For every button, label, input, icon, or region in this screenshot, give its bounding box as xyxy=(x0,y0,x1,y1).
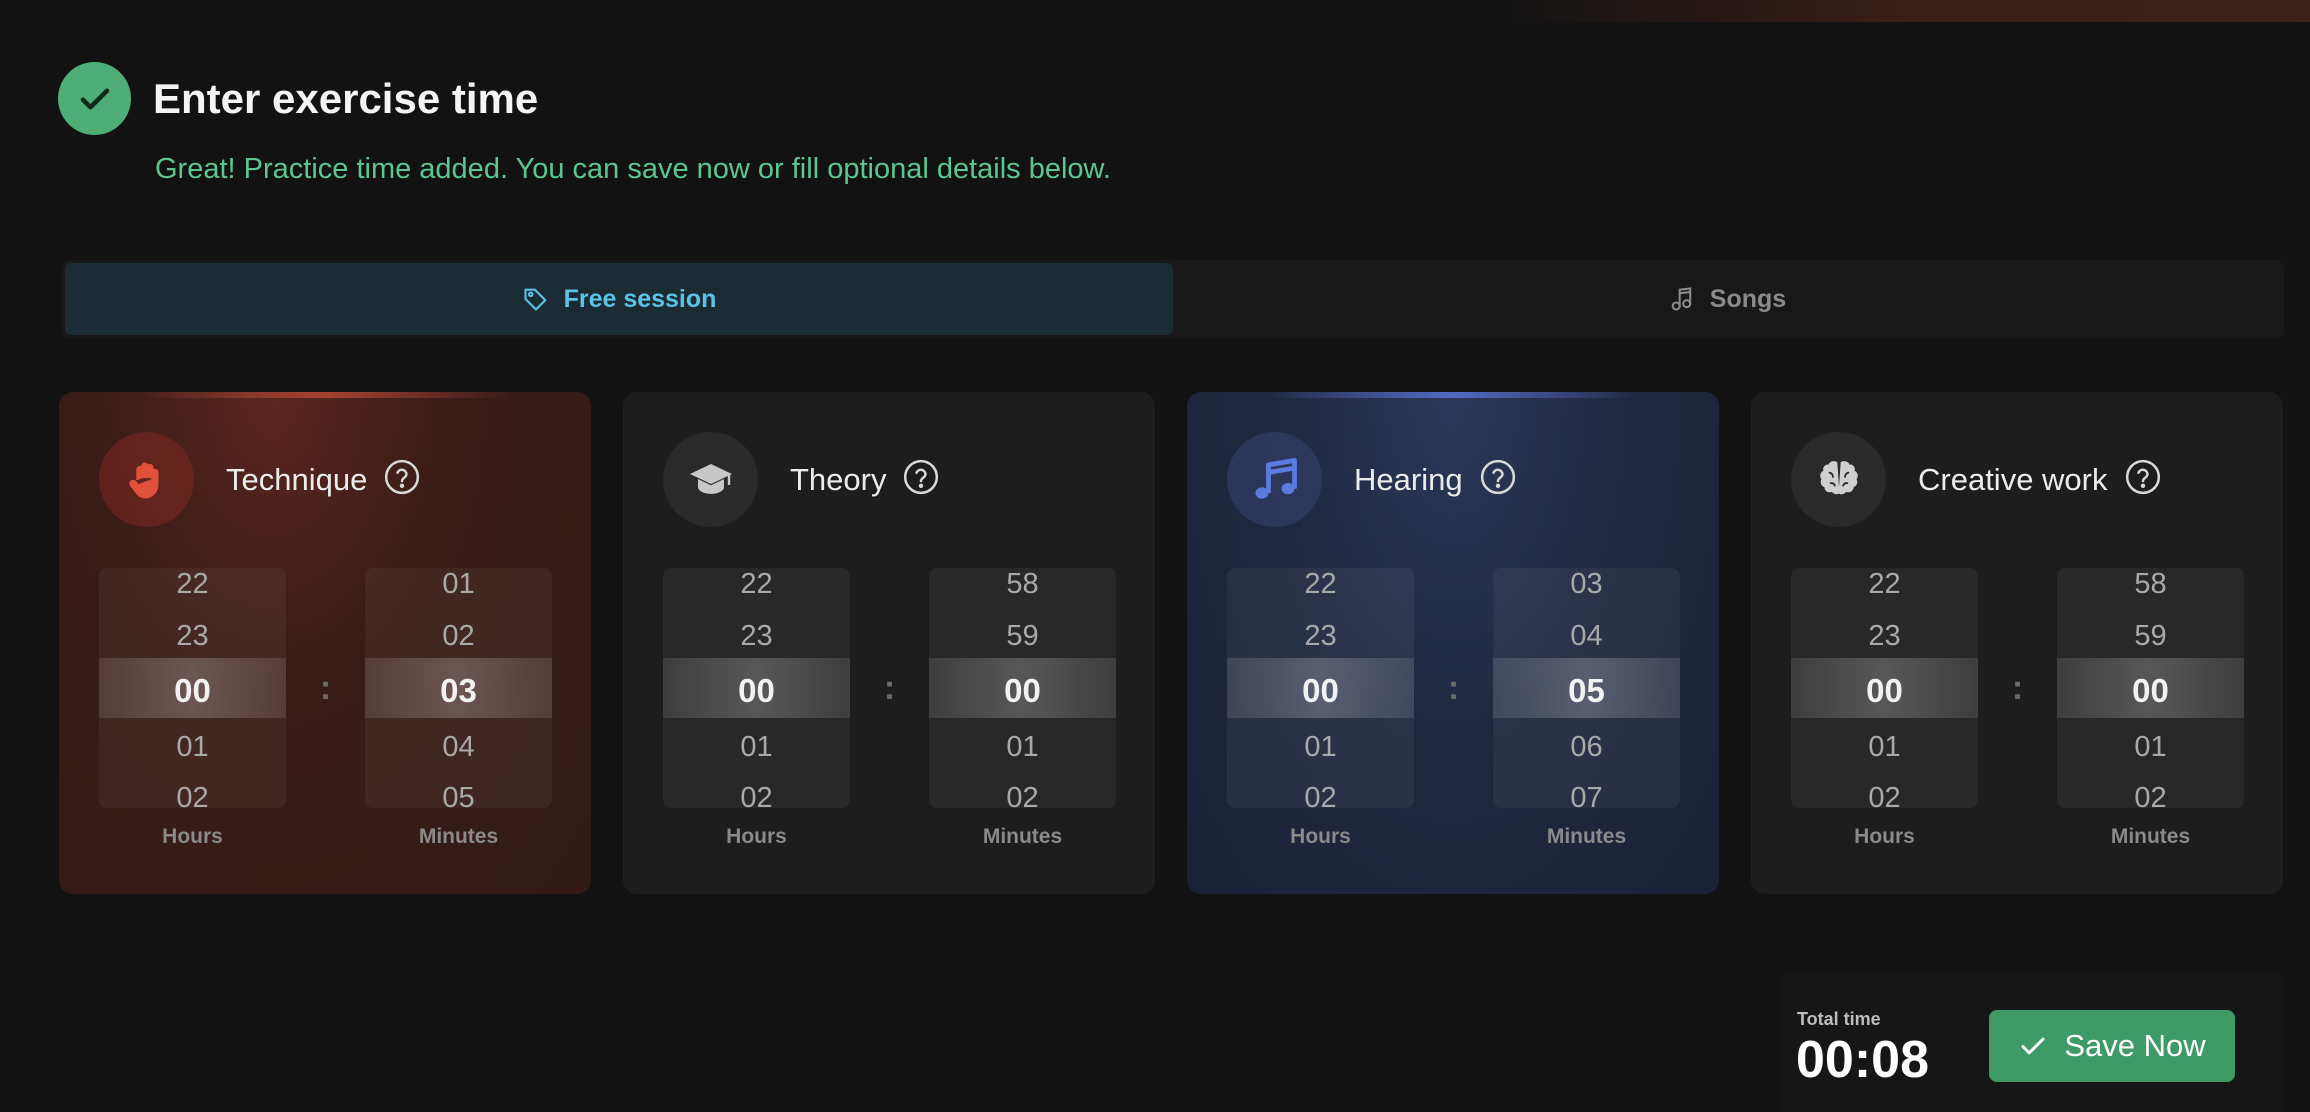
check-icon xyxy=(2021,1037,2045,1055)
minutes-label: Minutes xyxy=(982,825,1063,848)
card-theory: Theory 22 23 00 01 02 : 58 59 00 01 02 H… xyxy=(623,392,1155,894)
minutes-picker[interactable]: 58 59 00 01 02 xyxy=(929,568,1116,808)
music-notes-icon xyxy=(1227,432,1322,527)
hours-label: Hours xyxy=(162,825,223,848)
card-label: Theory xyxy=(790,461,887,497)
top-glow xyxy=(1500,0,2310,22)
tab-free-session[interactable]: Free session xyxy=(65,263,1173,335)
brain-icon xyxy=(1791,432,1886,527)
minutes-label: Minutes xyxy=(418,825,499,848)
page-title: Enter exercise time xyxy=(153,74,539,122)
selected-minutes: 03 xyxy=(440,672,477,709)
hours-picker[interactable]: 22 23 00 01 02 xyxy=(1791,568,1978,808)
card-label: Creative work xyxy=(1918,461,2108,497)
tab-label: Songs xyxy=(1709,284,1787,313)
category-cards: Technique 22 23 00 01 02 : 01 02 03 04 0… xyxy=(59,392,2283,894)
save-now-button[interactable]: Save Now xyxy=(1989,1010,2235,1082)
status-message: Great! Practice time added. You can save… xyxy=(155,153,1111,185)
card-hearing: Hearing 22 23 00 01 02 : 03 04 05 06 07 xyxy=(1187,392,1719,894)
selected-hours: 00 xyxy=(1866,672,1903,709)
tab-songs[interactable]: Songs xyxy=(1173,263,2281,335)
save-button-label: Save Now xyxy=(2064,1028,2206,1063)
card-label: Hearing xyxy=(1354,461,1463,497)
time-separator: : xyxy=(2011,668,2024,707)
tab-label: Free session xyxy=(563,284,717,313)
selected-minutes: 05 xyxy=(1568,672,1605,709)
session-tabs: Free session Songs xyxy=(62,260,2284,338)
minutes-picker[interactable]: 03 04 05 06 07 xyxy=(1493,568,1680,808)
check-icon xyxy=(58,62,131,135)
selected-hours: 00 xyxy=(174,672,211,709)
hand-icon xyxy=(99,432,194,527)
selected-hours: 00 xyxy=(738,672,775,709)
page-header: Enter exercise time xyxy=(58,62,538,135)
total-time-value: 00:08 xyxy=(1796,1031,1929,1089)
minutes-picker[interactable]: 58 59 00 01 02 xyxy=(2057,568,2244,808)
selected-minutes: 00 xyxy=(1004,672,1041,709)
hours-picker[interactable]: 22 23 00 01 02 xyxy=(663,568,850,808)
selected-hours: 00 xyxy=(1302,672,1339,709)
minutes-label: Minutes xyxy=(1546,825,1627,848)
help-icon[interactable] xyxy=(1479,458,1517,496)
help-icon[interactable] xyxy=(383,458,421,496)
hours-picker[interactable]: 22 23 00 01 02 xyxy=(99,568,286,808)
total-time-label: Total time xyxy=(1797,1009,1881,1029)
card-label: Technique xyxy=(226,461,368,497)
graduation-cap-icon xyxy=(663,432,758,527)
hours-label: Hours xyxy=(1290,825,1351,848)
time-separator: : xyxy=(883,668,896,707)
help-icon[interactable] xyxy=(902,458,940,496)
time-separator: : xyxy=(319,668,332,707)
hours-label: Hours xyxy=(1854,825,1915,848)
time-separator: : xyxy=(1447,668,1460,707)
tag-icon xyxy=(524,288,546,311)
help-icon[interactable] xyxy=(2124,458,2162,496)
hours-picker[interactable]: 22 23 00 01 02 xyxy=(1227,568,1414,808)
hours-label: Hours xyxy=(726,825,787,848)
card-technique: Technique 22 23 00 01 02 : 01 02 03 04 0… xyxy=(59,392,591,894)
selected-minutes: 00 xyxy=(2132,672,2169,709)
minutes-label: Minutes xyxy=(2110,825,2191,848)
music-note-icon xyxy=(1671,287,1692,311)
minutes-picker[interactable]: 01 02 03 04 05 xyxy=(365,568,552,808)
card-creative-work: Creative work 22 23 00 01 02 : 58 59 00 … xyxy=(1751,392,2283,894)
